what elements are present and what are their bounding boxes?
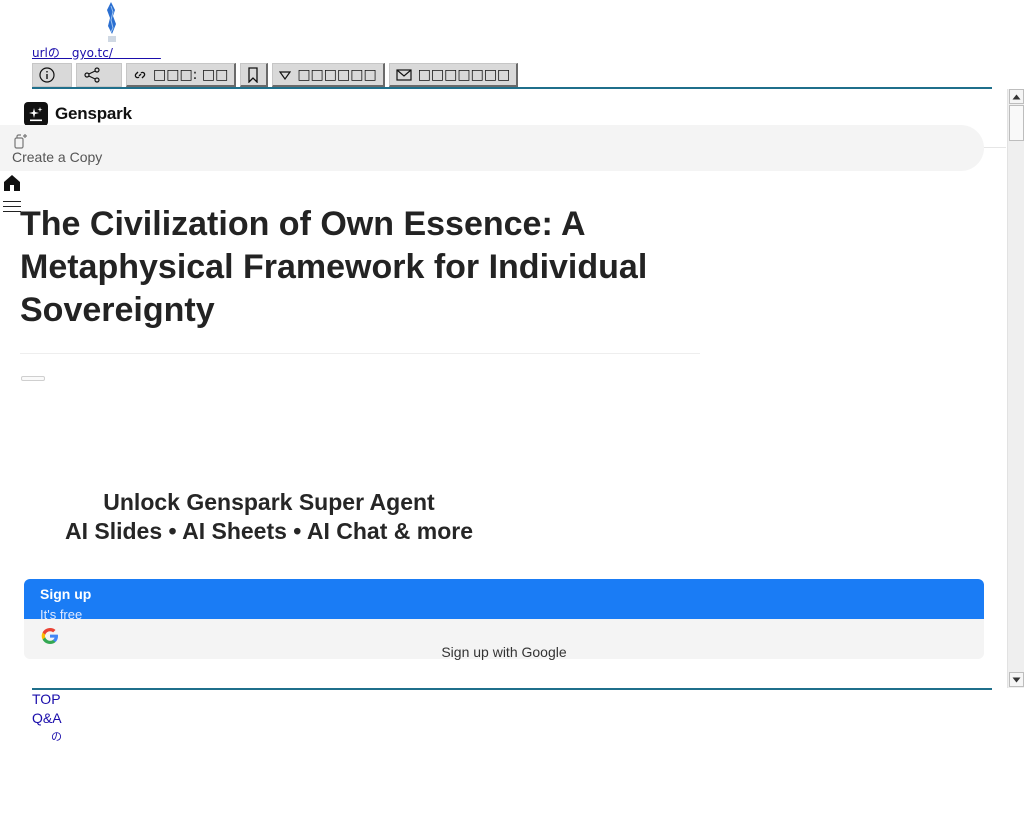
share-button[interactable] (76, 63, 122, 87)
create-copy-bar[interactable] (0, 125, 984, 171)
signup-button[interactable]: Sign up It's free (24, 579, 984, 622)
scrollbar-thumb[interactable] (1009, 105, 1024, 141)
brand-name: Genspark (55, 104, 132, 123)
footer-links: TOP Q&A の (32, 690, 62, 747)
host-toolbar: □□□: □□ □□□□□□ □□□□□□□ (32, 63, 519, 87)
footer-link-qa[interactable]: Q&A (32, 709, 62, 728)
bookmark-icon (248, 66, 258, 83)
frame-scrollbar[interactable] (1007, 89, 1024, 688)
mail-button-label: □□□□□□□ (417, 66, 511, 83)
short-url-link[interactable]: urlの gyo.tc/ (32, 44, 161, 61)
promo-line-1: Unlock Genspark Super Agent (103, 489, 435, 515)
page: urlの gyo.tc/ □□□: □□ □□□□□□ □□□□□□□ Gens… (0, 0, 1024, 837)
scroll-up-icon[interactable] (1009, 89, 1024, 104)
bookmark-button[interactable] (240, 63, 269, 87)
home-icon[interactable] (3, 174, 21, 196)
mail-button[interactable]: □□□□□□□ (388, 63, 519, 87)
link-icon (134, 71, 146, 78)
embedded-frame: Genspark Create a Copy The Civilization … (0, 89, 1024, 688)
filter-button-label: □□□□□□ (297, 66, 377, 83)
content-placeholder (21, 376, 45, 381)
genspark-logo-icon (24, 102, 48, 126)
copy-bar-divider (984, 147, 1006, 148)
mail-icon (396, 68, 412, 81)
google-signup-label: Sign up with Google (441, 644, 567, 660)
scroll-down-icon[interactable] (1009, 672, 1024, 687)
create-copy-label[interactable]: Create a Copy (12, 149, 102, 165)
frame-content: Genspark Create a Copy The Civilization … (0, 89, 1006, 688)
brand[interactable]: Genspark (24, 102, 132, 126)
menu-icon[interactable] (3, 199, 21, 218)
link-button[interactable]: □□□: □□ (126, 63, 237, 87)
footer-link-no[interactable]: の (32, 728, 62, 747)
filter-button[interactable]: □□□□□□ (272, 63, 385, 87)
signup-label: Sign up (40, 586, 92, 602)
site-logo-icon[interactable] (104, 0, 120, 44)
footer-link-top[interactable]: TOP (32, 690, 62, 709)
link-button-label: □□□: □□ (153, 66, 229, 83)
google-signup-button[interactable]: Sign up with Google (24, 619, 984, 660)
triangle-down-icon (279, 70, 292, 80)
promo-line-2: AI Slides • AI Sheets • AI Chat & more (64, 518, 474, 544)
title-divider (20, 353, 700, 354)
info-icon (39, 67, 55, 83)
share-icon (84, 67, 100, 83)
page-title: The Civilization of Own Essence: A Metap… (20, 205, 648, 329)
host-divider-bottom (32, 688, 992, 690)
promo-heading: Unlock Genspark Super Agent AI Slides • … (24, 488, 514, 546)
info-button[interactable] (32, 63, 72, 87)
